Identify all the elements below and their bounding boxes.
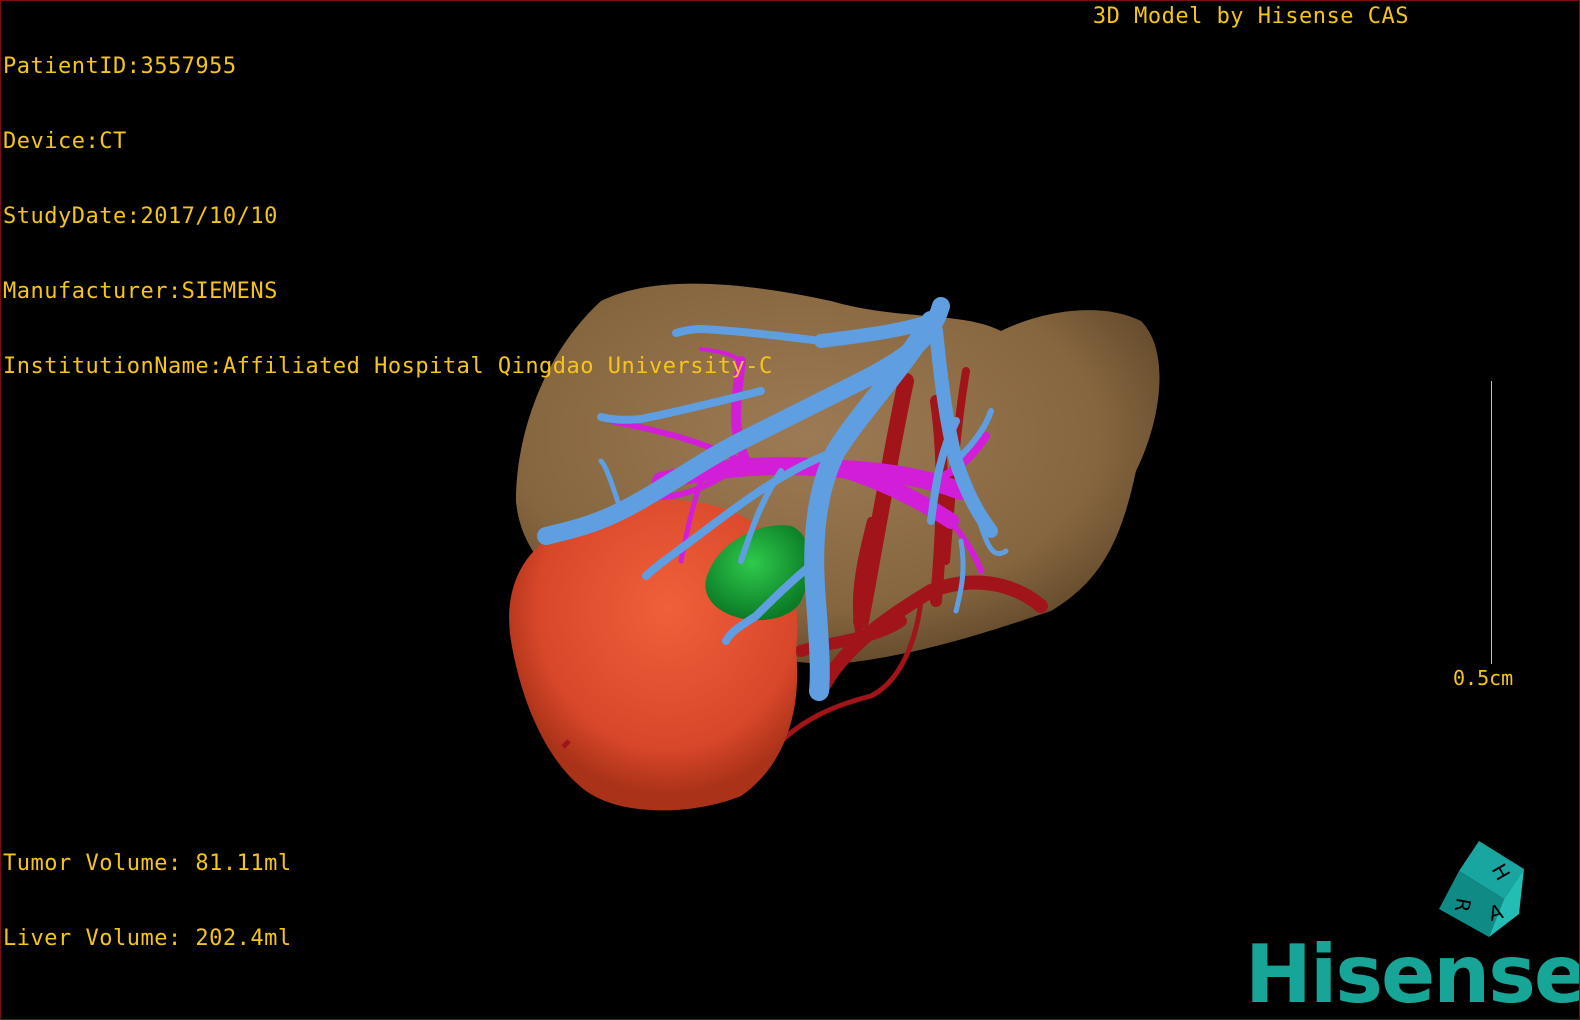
patient-id: PatientID:3557955	[3, 54, 237, 79]
scale-label: 0.5cm	[1453, 666, 1514, 690]
3d-viewport[interactable]: PatientID:3557955 Device:CT StudyDate:20…	[0, 0, 1580, 1020]
model-credit: 3D Model by Hisense CAS	[1092, 4, 1409, 29]
tumor-volume: Tumor Volume: 81.11ml	[3, 851, 292, 876]
orientation-cube-icon[interactable]: H R A	[1429, 839, 1529, 939]
hisense-logo-icon: Hisense	[1245, 928, 1580, 1020]
volume-readout: Tumor Volume: 81.11ml Liver Volume: 202.…	[3, 801, 292, 1001]
manufacturer: Manufacturer:SIEMENS	[3, 279, 278, 304]
liver-volume: Liver Volume: 202.4ml	[3, 926, 292, 951]
patient-info-block: PatientID:3557955 Device:CT StudyDate:20…	[3, 4, 773, 429]
device: Device:CT	[3, 129, 127, 154]
institution-name: InstitutionName:Affiliated Hospital Qing…	[3, 354, 773, 379]
scale-bar	[1491, 381, 1492, 664]
study-date: StudyDate:2017/10/10	[3, 204, 278, 229]
